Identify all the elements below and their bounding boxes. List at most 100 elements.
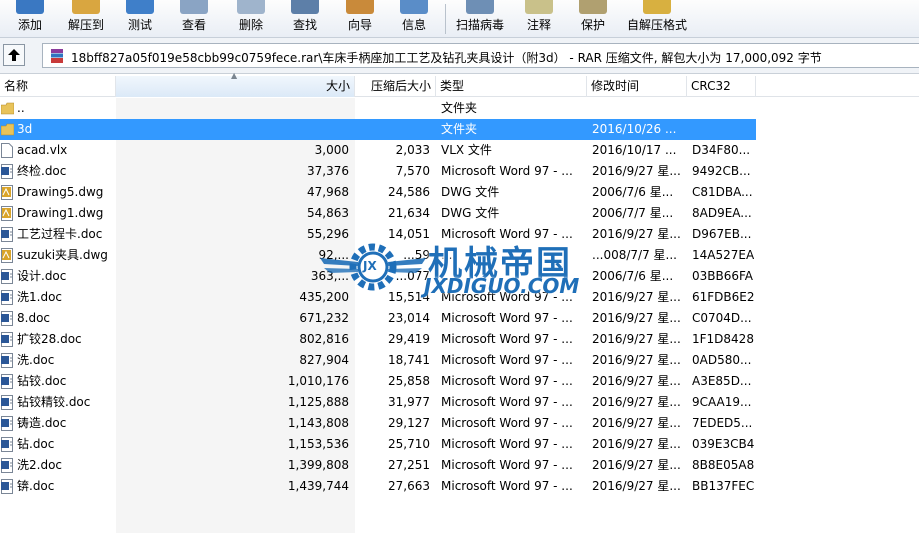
file-name: 锛.doc (17, 479, 55, 493)
file-modified: 2016/9/27 星... (592, 437, 681, 451)
file-crc32 (692, 119, 754, 140)
toolbar-button-extract-folder[interactable]: 解压到 (64, 0, 108, 38)
word-doc-icon (1, 479, 14, 494)
file-crc32: 61FDB6E2 (692, 290, 754, 304)
file-modified: 2006/7/6 星... (592, 185, 674, 199)
file-list[interactable]: .. 文件夹 3d 文件夹 2016/10/26 ... acad.vlx 3,000 2,0… (0, 98, 919, 533)
file-row[interactable]: 终检.doc 37,376 7,570 Microsoft Word 97 - ...… (0, 161, 919, 182)
file-modified: 2016/9/27 星... (592, 416, 681, 430)
file-row[interactable]: 3d 文件夹 2016/10/26 ... (0, 119, 919, 140)
file-packed-size: 27,251 (388, 458, 430, 472)
toolbar-button-find[interactable]: 查找 (283, 0, 327, 38)
column-packed-size[interactable]: 压缩后大小 (355, 76, 436, 97)
file-row[interactable]: 锛.doc 1,439,744 27,663 Microsoft Word 97 - … (0, 476, 919, 497)
file-modified: 2006/7/7 星... (592, 206, 674, 220)
toolbar-button-view[interactable]: 查看 (172, 0, 216, 38)
file-type: Microsoft Word 97 - ... (441, 437, 573, 451)
file-packed-size: 2,033 (395, 143, 430, 157)
file-name: Drawing1.dwg (17, 206, 104, 220)
word-doc-icon (1, 458, 14, 473)
toolbar-button-virus-scan[interactable]: 扫描病毒 (451, 0, 509, 38)
word-doc-icon (1, 332, 14, 347)
file-type: DWG 文件 (441, 185, 500, 199)
file-row[interactable]: acad.vlx 3,000 2,033 VLX 文件 2016/10/17 ... D3… (0, 140, 919, 161)
file-modified: 2016/9/27 星... (592, 479, 681, 493)
file-packed-size: 23,014 (388, 311, 430, 325)
toolbar-button-comment[interactable]: 注释 (517, 0, 561, 38)
word-doc-icon (1, 437, 14, 452)
file-packed-size: 18,741 (388, 353, 430, 367)
file-name: 钻铰.doc (17, 374, 67, 388)
file-name: 铸造.doc (17, 416, 67, 430)
toolbar-button-sfx[interactable]: 自解压格式 (620, 0, 694, 38)
file-modified: 2016/9/27 星... (592, 458, 681, 472)
column-crc32[interactable]: CRC32 (687, 76, 756, 97)
file-crc32: 14A527EA (692, 248, 754, 262)
file-row[interactable]: 洗2.doc 1,399,808 27,251 Microsoft Word 97 -… (0, 455, 919, 476)
toolbar-button-test-check[interactable]: 测试 (118, 0, 162, 38)
word-doc-icon (1, 227, 14, 242)
file-name: 洗.doc (17, 353, 55, 367)
file-row[interactable]: 铸造.doc 1,143,808 29,127 Microsoft Word 97 -… (0, 413, 919, 434)
file-row[interactable]: 钻.doc 1,153,536 25,710 Microsoft Word 97 - … (0, 434, 919, 455)
word-doc-icon (1, 353, 14, 368)
toolbar-label: 删除 (238, 18, 263, 32)
up-folder-button[interactable] (3, 44, 25, 66)
file-type: Microsoft Word 97 - ... (441, 395, 573, 409)
file-name: Drawing5.dwg (17, 185, 104, 199)
word-doc-icon (1, 311, 14, 326)
file-row[interactable]: 8.doc 671,232 23,014 Microsoft Word 97 - ..… (0, 308, 919, 329)
column-modified[interactable]: 修改时间 (587, 76, 687, 97)
wizard-icon (346, 0, 374, 14)
toolbar-button-wizard[interactable]: 向导 (338, 0, 382, 38)
file-row[interactable]: Drawing5.dwg 47,968 24,586 DWG 文件 2006/7/6 星… (0, 182, 919, 203)
file-row[interactable]: 洗.doc 827,904 18,741 Microsoft Word 97 - ..… (0, 350, 919, 371)
file-row[interactable]: 钻铰精铰.doc 1,125,888 31,977 Microsoft Word 97… (0, 392, 919, 413)
toolbar-button-delete[interactable]: 删除 (229, 0, 273, 38)
file-crc32: 7EDED5... (692, 416, 753, 430)
toolbar-button-add-books[interactable]: 添加 (10, 0, 50, 38)
file-modified: 2016/10/17 ... (592, 143, 677, 157)
file-name: .. (17, 101, 25, 115)
file-crc32: 03BB66FA (692, 269, 754, 283)
file-type: Microsoft Word 97 - ... (441, 479, 573, 493)
file-row[interactable]: 钻铰.doc 1,010,176 25,858 Microsoft Word 97 -… (0, 371, 919, 392)
file-crc32: 9CAA19... (692, 395, 752, 409)
file-size: 363,... (310, 269, 349, 283)
file-row[interactable]: 扩铰28.doc 802,816 29,419 Microsoft Word 97 -… (0, 329, 919, 350)
path-field[interactable]: 18bff827a05f019e58cbb99c0759fece.rar\车床手… (42, 43, 919, 68)
file-packed-size: 25,858 (388, 374, 430, 388)
file-type: 文件夹 (441, 101, 478, 115)
file-size (116, 119, 349, 140)
column-type[interactable]: 类型 (436, 76, 587, 97)
toolbar-label: 保护 (580, 18, 605, 32)
word-doc-icon (1, 164, 14, 179)
file-type: Microsoft Word 97 - ... (441, 353, 573, 367)
file-row[interactable]: Drawing1.dwg 54,863 21,634 DWG 文件 2006/7/7 星… (0, 203, 919, 224)
file-crc32 (692, 98, 754, 119)
dwg-icon (1, 206, 14, 221)
toolbar-button-info[interactable]: 信息 (392, 0, 436, 38)
file-size: 54,863 (307, 206, 349, 220)
column-name[interactable]: 名称 (0, 76, 116, 97)
toolbar-separator (445, 4, 446, 34)
file-size: 435,200 (299, 290, 349, 304)
toolbar-button-protect[interactable]: 保护 (571, 0, 615, 38)
file-size: 1,143,808 (287, 416, 349, 430)
word-doc-icon (1, 416, 14, 431)
file-modified: 2016/9/27 星... (592, 353, 681, 367)
file-size: 37,376 (307, 164, 349, 178)
file-packed-size: 31,977 (388, 395, 430, 409)
find-icon (291, 0, 319, 14)
word-doc-icon (1, 374, 14, 389)
test-check-icon (126, 0, 154, 14)
file-row[interactable]: .. 文件夹 (0, 98, 919, 119)
toolbar-label: 解压到 (67, 18, 104, 32)
file-name: 3d (17, 122, 33, 136)
toolbar-label: 自解压格式 (626, 18, 687, 32)
file-modified: 2016/9/27 星... (592, 395, 681, 409)
toolbar: 添加 解压到 测试 查看 删除 查找 向导 信息 扫描病毒 注释 保护 自解压格式 (0, 0, 919, 38)
archive-path-text: 18bff827a05f019e58cbb99c0759fece.rar\车床手… (71, 51, 822, 65)
view-icon (180, 0, 208, 14)
toolbar-label: 查找 (292, 18, 317, 32)
